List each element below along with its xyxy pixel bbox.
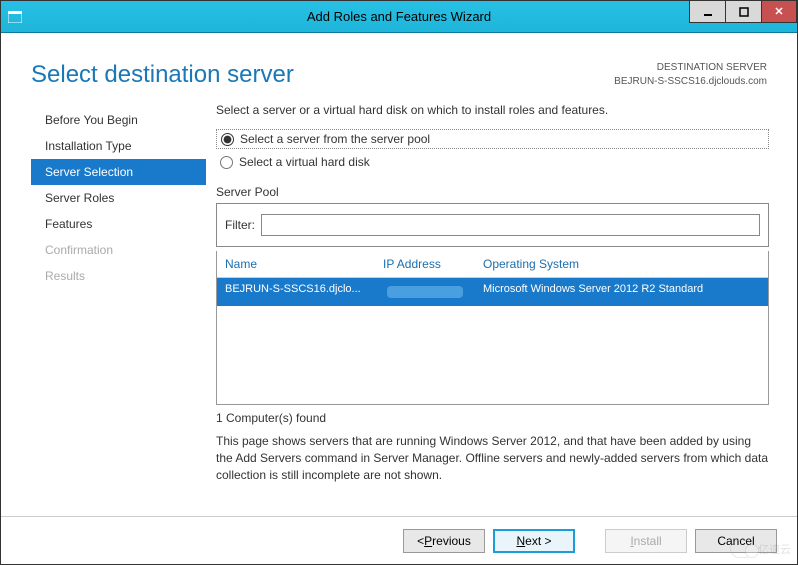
table-body: BEJRUN-S-SSCS16.djclo... Microsoft Windo… bbox=[217, 278, 768, 404]
cell-os: Microsoft Windows Server 2012 R2 Standar… bbox=[475, 278, 768, 306]
window-controls: ✕ bbox=[689, 1, 797, 32]
radio-vhd[interactable]: Select a virtual hard disk bbox=[220, 155, 765, 169]
radio-server-pool-input[interactable] bbox=[221, 133, 234, 146]
filter-box: Filter: bbox=[216, 203, 769, 247]
cancel-button[interactable]: Cancel bbox=[695, 529, 777, 553]
destination-label: DESTINATION SERVER bbox=[614, 61, 767, 75]
radio-vhd-label: Select a virtual hard disk bbox=[239, 155, 370, 169]
col-name[interactable]: Name bbox=[217, 251, 375, 277]
wizard-footer: < PPreviousrevious Next >Next > InstallI… bbox=[1, 516, 797, 564]
titlebar: Add Roles and Features Wizard ✕ bbox=[1, 1, 797, 33]
close-button[interactable]: ✕ bbox=[761, 1, 797, 23]
nav-confirmation: Confirmation bbox=[31, 237, 206, 263]
filter-label: Filter: bbox=[225, 218, 255, 232]
nav-before-you-begin[interactable]: Before You Begin bbox=[31, 107, 206, 133]
maximize-button[interactable] bbox=[725, 1, 761, 23]
wizard-nav: Before You Begin Installation Type Serve… bbox=[31, 99, 206, 483]
wizard-body: Before You Begin Installation Type Serve… bbox=[1, 99, 797, 483]
page-title: Select destination server bbox=[31, 61, 294, 89]
filter-input[interactable] bbox=[261, 214, 760, 236]
radio-group-focused: Select a server from the server pool bbox=[216, 129, 769, 149]
next-button[interactable]: Next >Next > bbox=[493, 529, 575, 553]
cell-name: BEJRUN-S-SSCS16.djclo... bbox=[217, 278, 375, 306]
nav-features[interactable]: Features bbox=[31, 211, 206, 237]
destination-value: BEJRUN-S-SSCS16.djclouds.com bbox=[614, 75, 767, 89]
col-os[interactable]: Operating System bbox=[475, 251, 768, 277]
install-button: InstallInstall bbox=[605, 529, 687, 553]
nav-server-selection[interactable]: Server Selection bbox=[31, 159, 206, 185]
wizard-header: Select destination server DESTINATION SE… bbox=[1, 33, 797, 99]
radio-vhd-input[interactable] bbox=[220, 156, 233, 169]
radio-server-pool-label: Select a server from the server pool bbox=[240, 132, 430, 146]
table-row[interactable]: BEJRUN-S-SSCS16.djclo... Microsoft Windo… bbox=[217, 278, 768, 306]
nav-installation-type[interactable]: Installation Type bbox=[31, 133, 206, 159]
app-icon bbox=[1, 1, 29, 32]
server-table: Name IP Address Operating System BEJRUN-… bbox=[216, 251, 769, 405]
col-ip[interactable]: IP Address bbox=[375, 251, 475, 277]
minimize-button[interactable] bbox=[689, 1, 725, 23]
page-description: This page shows servers that are running… bbox=[216, 433, 769, 483]
instruction-text: Select a server or a virtual hard disk o… bbox=[216, 103, 769, 117]
server-pool-label: Server Pool bbox=[216, 185, 769, 199]
radio-row: Select a virtual hard disk bbox=[216, 153, 769, 171]
computers-found: 1 Computer(s) found bbox=[216, 411, 769, 425]
content-pane: Select a server or a virtual hard disk o… bbox=[206, 99, 787, 483]
previous-button[interactable]: < PPreviousrevious bbox=[403, 529, 485, 553]
nav-results: Results bbox=[31, 263, 206, 289]
nav-server-roles[interactable]: Server Roles bbox=[31, 185, 206, 211]
cell-ip-redacted bbox=[375, 278, 475, 306]
table-header: Name IP Address Operating System bbox=[217, 251, 768, 278]
radio-server-pool[interactable]: Select a server from the server pool bbox=[221, 132, 764, 146]
destination-server-info: DESTINATION SERVER BEJRUN-S-SSCS16.djclo… bbox=[614, 61, 767, 89]
window-title: Add Roles and Features Wizard bbox=[1, 9, 797, 24]
